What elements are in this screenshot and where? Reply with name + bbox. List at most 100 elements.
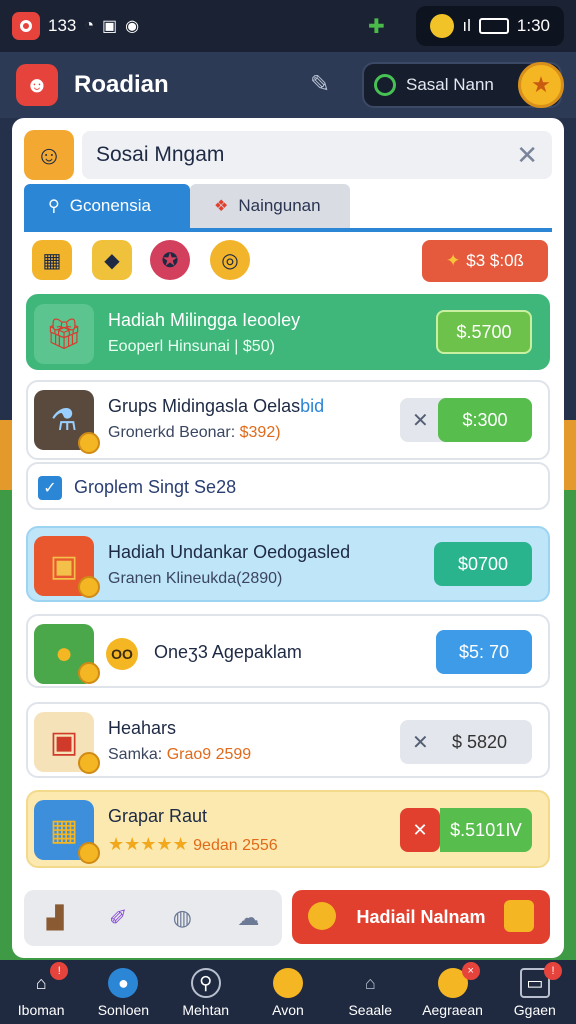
settings-small-icon: ◉ [125, 18, 140, 35]
status-left: 133 ◔ ▣ ◉ [12, 12, 139, 40]
nav-item-events[interactable]: × Aegraean [411, 960, 493, 1024]
list-item[interactable]: ⚗ Grups Midingasla Oelasbid Gronerkd Beo… [26, 380, 550, 460]
item-subtitle: ★★★★★ 9edan 2556 [108, 834, 278, 854]
claim-label: Hadiail Nalnam [356, 906, 486, 927]
profile-search-pill[interactable]: Sasal Nann ★ [362, 62, 564, 108]
list-item[interactable]: ▣ Heahars Samka: Grao9 2599 ✕ $ 5820 [26, 702, 550, 778]
emoji-icon [430, 14, 455, 38]
badge-oo: OO [106, 638, 138, 670]
item-title: Hadiah Milingga Ieooley [108, 310, 301, 330]
checkbox-row[interactable]: ✓ Groplem Singt Se28 [26, 462, 550, 510]
checkbox-label: Groplem Singt Se28 [74, 477, 237, 497]
coin-icon [308, 902, 336, 930]
app-title: Roadian [74, 71, 169, 98]
nav-item-shop[interactable]: ⌂ Seaale [329, 960, 411, 1024]
nav-item-rewards[interactable]: Avon [247, 960, 329, 1024]
price-button[interactable]: $5: 70 [436, 630, 532, 674]
plus-icon: ✚ [368, 16, 385, 38]
coin-icon [78, 752, 100, 774]
list-item[interactable]: ● OO Oneʒ3 Agepaklam $5: 70 [26, 614, 550, 688]
nav-item-profile[interactable]: ! ▭ Ggaen [494, 960, 576, 1024]
tab-gconensia[interactable]: ⚲ Gconensia [24, 184, 190, 228]
status-right: ıl 1:30 [416, 6, 564, 46]
item-subtitle: Gronerkd Beonar: $392) [108, 424, 281, 441]
item-subtitle: Granen Klineukda(2890) [108, 570, 283, 587]
tab-bar: ⚲ Gconensia ❖ Naingunan [24, 184, 552, 228]
nav-label: Seaale [348, 1002, 393, 1018]
coin-icon [78, 576, 100, 598]
nav-item-search[interactable]: ⚲ Mehtan [165, 960, 247, 1024]
price-label: $3 $:0ß [466, 251, 524, 270]
compass-icon[interactable]: ◎ [210, 240, 250, 280]
gift-box-icon: 🎁︎ [34, 304, 94, 364]
nav-item-home[interactable]: ! ⌂ Iboman [0, 960, 82, 1024]
price-label: $ 5820 [452, 732, 508, 752]
panel-header: ☺ Sosai Mngam ✕ [24, 128, 552, 182]
coin-icon [78, 662, 100, 684]
app-logo-icon[interactable]: ☻ [16, 64, 58, 106]
main-panel: ☺ Sosai Mngam ✕ ⚲ Gconensia ❖ Naingunan … [12, 118, 564, 958]
panel-title: Sosai Mngam [82, 131, 552, 179]
tab-label: Naingunan [238, 196, 321, 215]
claim-button[interactable]: Hadiail Nalnam [292, 890, 550, 944]
price-button-top[interactable]: ✦ $3 $:0ß [422, 240, 548, 282]
battery-icon [478, 18, 509, 34]
profile-search-label: Sasal Nann [406, 75, 494, 94]
nav-label: Mehtan [182, 1002, 230, 1018]
item-subtitle: Samka: Grao9 2599 [108, 746, 252, 763]
price-button[interactable]: $:300 [438, 398, 532, 442]
bottom-nav: ! ⌂ Iboman ● Sonloen ⚲ Mehtan Avon ⌂ Sea… [0, 960, 576, 1024]
tab-underline [24, 228, 552, 232]
brush-icon[interactable]: ✐ [109, 905, 127, 931]
gift-icon [504, 900, 534, 932]
item-title: Heahars [108, 718, 177, 738]
app-notification-icon [12, 12, 40, 40]
quick-icon-row: ▦ ◆ ✪ ◎ ✦ $3 $:0ß [32, 240, 552, 286]
close-icon[interactable]: ✕ [516, 140, 538, 171]
nav-label: Iboman [17, 1002, 65, 1018]
chest-icon[interactable]: ▦ [32, 240, 72, 280]
coin-icon [272, 968, 303, 998]
item-title: Hadiah Undankar Oedogasled [108, 542, 351, 562]
list-item[interactable]: 🎁︎ Hadiah Milingga Ieooley Eooperl Hinsu… [26, 294, 550, 370]
item-title: Grapar Raut [108, 806, 208, 826]
medal-icon[interactable]: ✪ [150, 240, 190, 280]
notification-badge: × [461, 962, 480, 980]
tab-naingunan[interactable]: ❖ Naingunan [190, 184, 350, 228]
avatar[interactable]: ☺ [24, 130, 74, 180]
coin-icon [78, 432, 100, 454]
search-icon: ⚲ [190, 968, 221, 998]
star-rating-icon: ★★★★★ [108, 834, 189, 854]
price-button[interactable]: $0700 [434, 542, 532, 586]
signal-icon: ıl [462, 16, 471, 35]
nav-label: Ggaen [513, 1002, 556, 1018]
globe-icon: ● [108, 968, 139, 998]
item-subtitle: Eooperl Hinsunai | $50) [108, 338, 275, 355]
coin-icon [78, 842, 100, 864]
nav-item-social[interactable]: ● Sonloen [82, 960, 164, 1024]
house-icon: ⌂ [364, 972, 376, 993]
status-time-left: 133 [48, 16, 77, 35]
person-icon [374, 74, 396, 96]
status-time-right: 1:30 [516, 16, 550, 35]
notification-icon: ▣ [102, 18, 118, 35]
item-title: Grups Midingasla Oelasbid [108, 396, 325, 416]
chat-icon[interactable]: ☁ [237, 905, 259, 931]
dismiss-button[interactable]: ✕ [400, 808, 440, 852]
edit-pen-icon[interactable]: ✎ [310, 70, 330, 99]
item-title: Oneʒ3 Agepaklam [154, 642, 302, 662]
cube-icon[interactable]: ◆ [92, 240, 132, 280]
checkbox[interactable]: ✓ [38, 476, 62, 500]
list-item[interactable]: ▣ Hadiah Undankar Oedogasled Granen Klin… [26, 526, 550, 602]
price-button[interactable]: $.5101Ⅳ [440, 808, 532, 852]
search-icon: ⚲ [48, 198, 60, 215]
coin-icon: ✦ [446, 251, 461, 270]
list-item[interactable]: ▦ Grapar Raut ★★★★★ 9edan 2556 ✕ $.5101Ⅳ [26, 790, 550, 868]
globe-icon[interactable]: ◍ [173, 905, 192, 931]
price-button[interactable]: $.5700 [436, 310, 532, 354]
coin-star-icon[interactable]: ★ [518, 62, 564, 108]
status-bar: 133 ◔ ▣ ◉ ✚ ıl 1:30 [0, 0, 576, 52]
notification-badge: ! [50, 962, 69, 980]
bag-icon[interactable]: ▟ [47, 905, 64, 931]
nav-label: Sonloen [97, 1002, 150, 1018]
